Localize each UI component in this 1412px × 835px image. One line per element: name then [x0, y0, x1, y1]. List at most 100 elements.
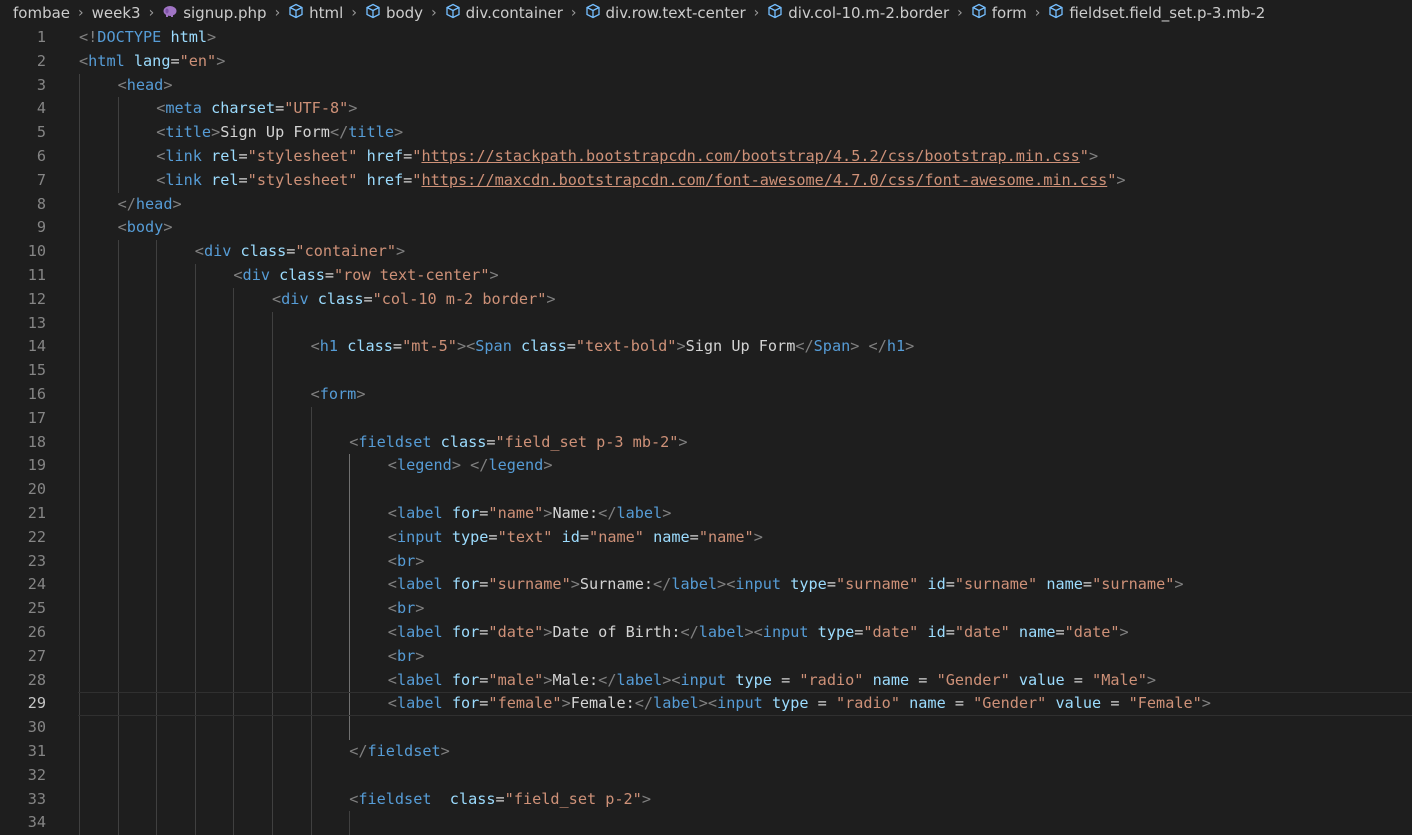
code-line[interactable]: 1 <!DOCTYPE html> [0, 26, 1412, 50]
code-line[interactable]: 10 <div class="container"> [0, 240, 1412, 264]
line-number: 7 [36, 170, 46, 189]
code-token: = [1055, 622, 1065, 641]
indent-guide [310, 525, 312, 550]
indent-guide [117, 739, 119, 764]
line-number: 25 [27, 599, 46, 618]
code-line[interactable]: 34 [0, 811, 1412, 835]
code-token: "date" [954, 622, 1010, 641]
code-line[interactable]: 28 <label for="male">Male:</label><input … [0, 668, 1412, 693]
code-line[interactable]: 7 <link rel="stylesheet" href="https://ma… [0, 168, 1412, 193]
code-token: > [641, 789, 651, 808]
code-editor[interactable]: 1 <!DOCTYPE html> 2 <html lang="en"> 3 <head>… [0, 26, 1412, 835]
indent-guide [156, 430, 158, 455]
breadcrumb-item[interactable]: signup.php [162, 3, 267, 23]
code-line[interactable]: 15 [0, 359, 1412, 383]
breadcrumb-item[interactable]: html [288, 3, 343, 23]
indent-guide [194, 430, 196, 455]
indent-guide [194, 811, 196, 835]
code-line[interactable]: 19 <legend> </legend> [0, 454, 1412, 479]
breadcrumb-item[interactable]: fieldset.field_set.p-3.mb-2 [1048, 3, 1265, 23]
code-line[interactable]: 22 <input type="text" id="name" name="nam… [0, 525, 1412, 550]
breadcrumb-item[interactable]: div.col-10.m-2.border [767, 3, 949, 23]
code-line[interactable]: 29 <label for="female">Female:</label><in… [0, 692, 1412, 717]
breadcrumb-item[interactable]: div.row.text-center [585, 3, 746, 23]
code-token: < [387, 551, 397, 570]
code-token: input [680, 670, 727, 689]
code-line[interactable]: 21 <label for="name">Name:</label> [0, 501, 1412, 526]
indent-guide [117, 716, 119, 740]
code-token: "date" [863, 622, 919, 641]
code-line[interactable]: 3 <head> [0, 73, 1412, 98]
code-line[interactable]: 14 <h1 class="mt-5"><Span class="text-bol… [0, 335, 1412, 360]
code-token: Date of Birth: [552, 622, 681, 641]
indent-guide [79, 454, 80, 479]
code-line[interactable]: 6 <link rel="stylesheet" href="https://st… [0, 144, 1412, 169]
indent-guide [349, 454, 351, 479]
indent-guide [310, 644, 312, 669]
code-text: <label for="surname">Surname:</label><in… [388, 573, 1184, 597]
indent-guide [117, 811, 119, 835]
code-line[interactable]: 12 <div class="col-10 m-2 border"> [0, 287, 1412, 312]
code-line[interactable]: 31 </fieldset> [0, 739, 1412, 764]
breadcrumb-item[interactable]: body [365, 3, 423, 23]
indent-guide [156, 763, 158, 788]
code-line[interactable]: 25 <br> [0, 597, 1412, 621]
indent-guide [310, 406, 312, 431]
line-number: 4 [36, 99, 46, 118]
indent-guide [156, 811, 158, 835]
code-line[interactable]: 26 <label for="date">Date of Birth:</labe… [0, 620, 1412, 645]
indent-guide [310, 573, 312, 598]
indent-guide [194, 787, 196, 812]
chevron-right-icon: › [78, 5, 84, 21]
indent-guide [79, 811, 80, 835]
indent-guide [233, 573, 235, 598]
code-line[interactable]: 18 <fieldset class="field_set p-3 mb-2"> [0, 430, 1412, 455]
code-line[interactable]: 32 [0, 763, 1412, 788]
code-token: > [415, 599, 425, 618]
breadcrumb-label: div.col-10.m-2.border [788, 4, 950, 22]
code-token: "text" [497, 527, 553, 546]
line-number: 13 [27, 313, 46, 332]
code-line[interactable]: 4 <meta charset="UTF-8"> [0, 97, 1412, 122]
breadcrumb-item[interactable]: week3 [92, 4, 141, 22]
code-line[interactable]: 8 </head> [0, 192, 1412, 217]
code-token: > [216, 51, 226, 70]
line-number: 10 [27, 242, 46, 261]
breadcrumb-item[interactable]: div.container [445, 3, 563, 23]
code-token: = [826, 575, 836, 594]
breadcrumb-label: div.container [465, 4, 563, 22]
code-line[interactable]: 11 <div class="row text-center"> [0, 263, 1412, 288]
indent-guide [156, 359, 158, 383]
breadcrumb-item[interactable]: fombae [13, 4, 70, 22]
code-line[interactable]: 30 [0, 716, 1412, 740]
code-line[interactable]: 33 <fieldset class="field_set p-2"> [0, 787, 1412, 812]
code-line[interactable]: 17 [0, 406, 1412, 431]
indent-guide [156, 716, 158, 740]
code-line[interactable]: 2 <html lang="en"> [0, 50, 1412, 74]
indent-guide [233, 620, 235, 645]
breadcrumb-item[interactable]: form [971, 3, 1027, 23]
code-token: = [238, 146, 248, 165]
indent-guide [233, 811, 235, 835]
indent-guide [79, 382, 80, 407]
code-line[interactable]: 13 [0, 311, 1412, 336]
code-line[interactable]: 24 <label for="surname">Surname:</label><… [0, 573, 1412, 598]
code-line[interactable]: 9 <body> [0, 216, 1412, 241]
indent-guide [194, 501, 196, 526]
indent-guide [117, 144, 119, 169]
indent-guide [233, 644, 235, 669]
code-text: <br> [388, 550, 425, 574]
indent-guide [194, 597, 196, 621]
code-line[interactable]: 23 <br> [0, 549, 1412, 574]
code-token: " [1079, 146, 1089, 165]
indent-guide [349, 716, 351, 740]
code-line[interactable]: 5 <title>Sign Up Form</title> [0, 121, 1412, 145]
code-token: = [363, 289, 373, 308]
code-token: = [771, 670, 800, 689]
code-token: < [753, 622, 763, 641]
code-line[interactable]: 20 [0, 478, 1412, 502]
code-line[interactable]: 16 <form> [0, 382, 1412, 407]
code-line[interactable]: 27 <br> [0, 644, 1412, 669]
code-token: = [495, 789, 505, 808]
